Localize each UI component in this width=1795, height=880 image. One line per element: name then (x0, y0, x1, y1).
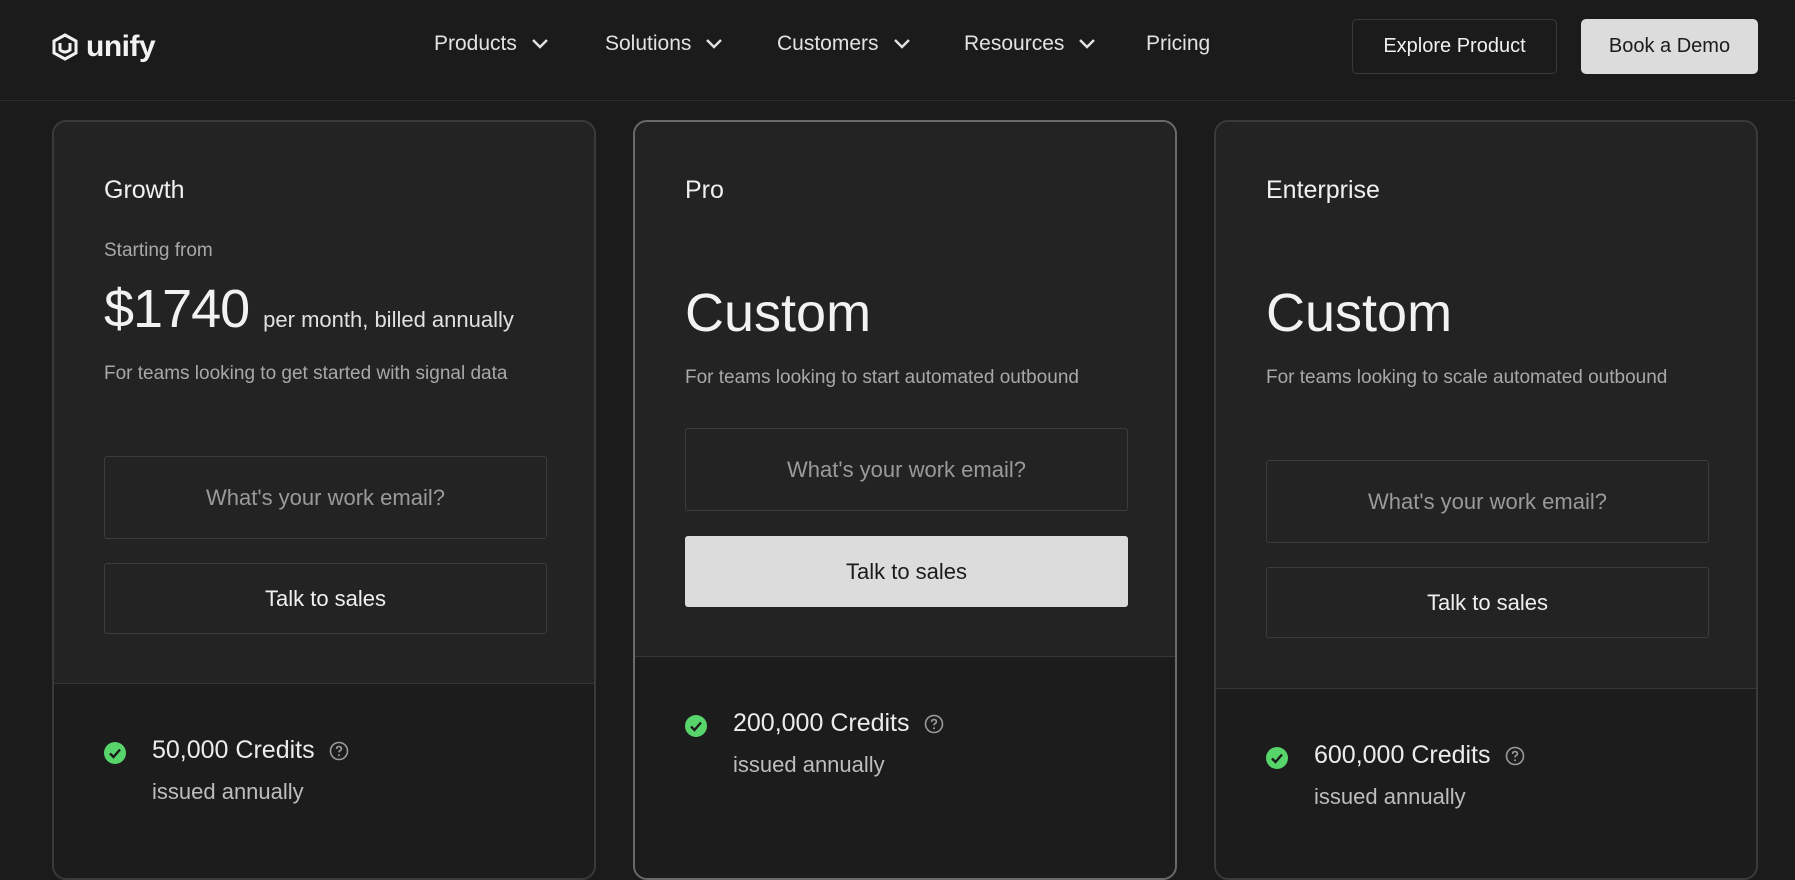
question-circle-icon[interactable] (1505, 746, 1525, 766)
question-circle-icon[interactable] (329, 741, 349, 761)
plan-name: Growth (104, 176, 185, 204)
feature-title: 50,000 Credits (152, 736, 315, 764)
explore-product-button[interactable]: Explore Product (1352, 19, 1557, 74)
plan-card-enterprise: Enterprise Custom For teams looking to s… (1214, 120, 1758, 880)
brand-name: unify (86, 30, 156, 63)
chevron-down-icon (532, 39, 548, 49)
chevron-down-icon (1079, 39, 1096, 49)
talk-to-sales-button[interactable]: Talk to sales (104, 563, 547, 634)
brand-logo[interactable]: unify (52, 30, 156, 64)
feature-subtitle: issued annually (733, 752, 885, 777)
work-email-input[interactable] (685, 428, 1128, 511)
feature-subtitle: issued annually (152, 779, 304, 804)
talk-to-sales-button[interactable]: Talk to sales (685, 536, 1128, 607)
nav-pricing-label: Pricing (1146, 32, 1211, 55)
nav-products-label: Products (434, 32, 517, 55)
plan-name: Pro (685, 176, 724, 204)
starting-from-label: Starting from (104, 240, 213, 261)
nav-customers[interactable]: Customers (777, 32, 911, 56)
plan-price: $1740 (104, 279, 250, 339)
talk-to-sales-button[interactable]: Talk to sales (1266, 567, 1709, 638)
work-email-input[interactable] (1266, 460, 1709, 543)
plan-description: For teams looking to get started with si… (104, 363, 508, 384)
plan-features: 50,000 Credits issued annually (54, 684, 594, 878)
feature-subtitle: issued annually (1314, 784, 1466, 809)
plan-description: For teams looking to start automated out… (685, 367, 1079, 388)
nav-pricing[interactable]: Pricing (1146, 32, 1210, 56)
book-demo-button[interactable]: Book a Demo (1581, 19, 1758, 74)
nav-customers-label: Customers (777, 32, 879, 55)
chevron-down-icon (893, 39, 910, 49)
plan-card-header: Enterprise Custom For teams looking to s… (1216, 122, 1756, 689)
feature-title: 200,000 Credits (733, 709, 910, 737)
feature-title: 600,000 Credits (1314, 741, 1491, 769)
check-circle-icon (104, 742, 126, 764)
feature-item: 200,000 Credits issued annually (685, 709, 944, 778)
check-circle-icon (685, 715, 707, 737)
plan-card-pro: Pro Custom For teams looking to start au… (633, 120, 1177, 880)
price-period: per month, billed annually (263, 307, 514, 332)
question-circle-icon[interactable] (924, 714, 944, 734)
nav-solutions-label: Solutions (605, 32, 692, 55)
plan-features: 200,000 Credits issued annually (635, 657, 1175, 878)
nav-solutions[interactable]: Solutions (605, 32, 723, 56)
nav-products[interactable]: Products (434, 32, 549, 56)
plan-price: Custom (1266, 283, 1453, 343)
work-email-input[interactable] (104, 456, 547, 539)
plan-features: 600,000 Credits issued annually (1216, 689, 1756, 878)
plan-card-growth: Growth Starting from $1740 per month, bi… (52, 120, 596, 880)
chevron-down-icon (706, 39, 723, 49)
feature-item: 600,000 Credits issued annually (1266, 741, 1525, 810)
unify-logo-icon (52, 33, 78, 61)
site-header: unify Products Solutions Customers Resou… (0, 0, 1795, 101)
nav-resources[interactable]: Resources (964, 32, 1096, 56)
plan-price: Custom (685, 283, 872, 343)
feature-item: 50,000 Credits issued annually (104, 736, 349, 805)
plan-description: For teams looking to scale automated out… (1266, 367, 1668, 388)
plan-card-header: Growth Starting from $1740 per month, bi… (54, 122, 594, 684)
plan-name: Enterprise (1266, 176, 1380, 204)
price-row: $1740 per month, billed annually (104, 278, 514, 340)
check-circle-icon (1266, 747, 1288, 769)
nav-resources-label: Resources (964, 32, 1065, 55)
plan-card-header: Pro Custom For teams looking to start au… (635, 122, 1175, 657)
